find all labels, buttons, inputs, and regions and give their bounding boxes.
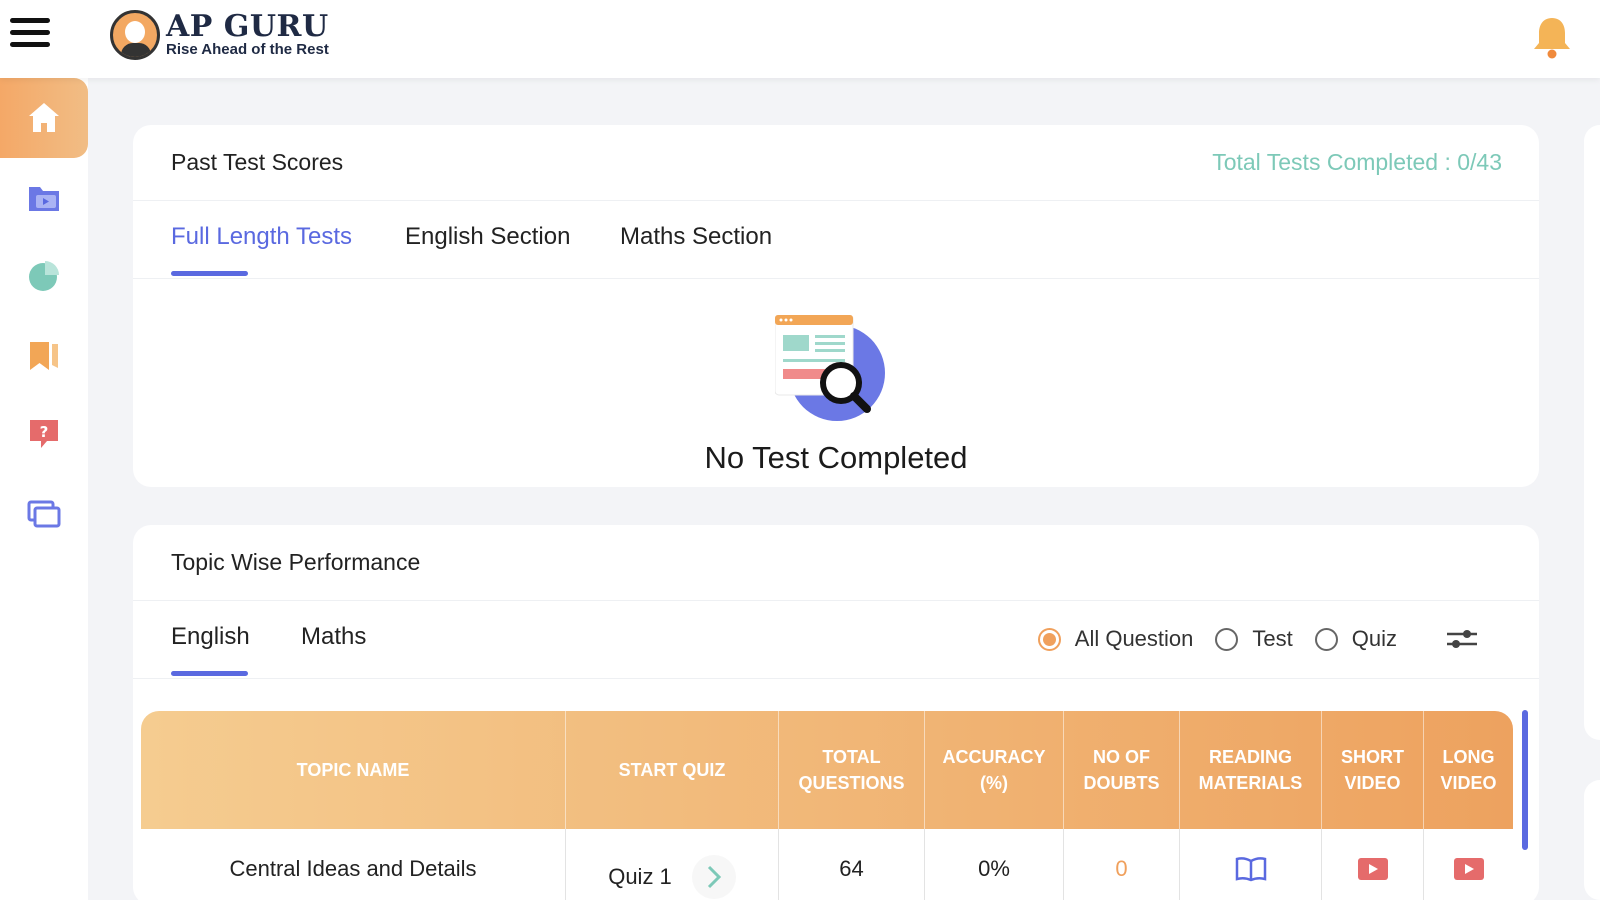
sidebar-item-doubts[interactable]: ? [0, 394, 88, 474]
video-folder-icon [29, 187, 59, 211]
sidebar-item-videos[interactable] [0, 158, 88, 238]
sidebar-item-bookmarks[interactable] [0, 316, 88, 396]
topic-subject-tabs: English Maths All Question Test Quiz [133, 601, 1539, 679]
home-icon [29, 103, 59, 132]
sidebar-item-sessions[interactable] [0, 474, 88, 554]
tab-maths-section[interactable]: Maths Section [620, 223, 772, 251]
play-video-icon[interactable] [1357, 857, 1389, 881]
svg-text:?: ? [40, 423, 49, 441]
column-header-start-quiz: START QUIZ [566, 711, 779, 829]
long-video-cell[interactable] [1424, 829, 1513, 900]
column-header-reading-materials: READING MATERIALS [1180, 711, 1322, 829]
sidebar-item-analytics[interactable] [0, 236, 88, 316]
total-questions-cell: 64 [779, 829, 925, 900]
active-tab-indicator [171, 271, 248, 276]
past-test-scores-card: Past Test Scores Total Tests Completed :… [133, 125, 1539, 487]
question-chat-icon: ? [30, 420, 58, 448]
notification-bell-icon[interactable] [1532, 16, 1572, 60]
side-panel-edge [1584, 125, 1600, 740]
accuracy-cell: 0% [925, 829, 1064, 900]
column-header-short-video: SHORT VIDEO [1322, 711, 1424, 829]
short-video-cell[interactable] [1322, 829, 1424, 900]
question-type-filters: All Question Test Quiz [1037, 625, 1479, 653]
open-book-icon[interactable] [1235, 856, 1267, 882]
table-header: TOPIC NAME START QUIZ TOTAL QUESTIONS AC… [141, 711, 1513, 829]
tab-full-length-tests[interactable]: Full Length Tests [171, 223, 352, 251]
filter-all-question[interactable]: All Question [1037, 626, 1194, 652]
filter-label: All Question [1074, 626, 1194, 651]
tab-english[interactable]: English [171, 623, 250, 651]
logo-title: AP GURU [166, 9, 329, 44]
filter-test[interactable]: Test [1215, 626, 1293, 652]
filter-sliders-icon[interactable] [1445, 625, 1479, 653]
tab-maths[interactable]: Maths [301, 623, 366, 651]
empty-search-illustration [775, 315, 885, 421]
side-panel-edge [1584, 780, 1600, 900]
sidebar-item-home[interactable] [0, 78, 88, 158]
no-test-completed-message: No Test Completed [704, 440, 968, 475]
chevron-right-icon [707, 865, 721, 888]
topic-performance-card: Topic Wise Performance English Maths All… [133, 525, 1539, 900]
top-header: AP GURU Rise Ahead of the Rest [0, 0, 1600, 78]
active-subject-indicator [171, 671, 248, 676]
column-header-total-questions: TOTAL QUESTIONS [779, 711, 925, 829]
table-scrollbar[interactable] [1522, 710, 1528, 850]
logo-mascot-icon [110, 10, 160, 60]
bookmark-icon [30, 342, 58, 370]
column-header-topic-name: TOPIC NAME [141, 711, 566, 829]
topic-table: TOPIC NAME START QUIZ TOTAL QUESTIONS AC… [141, 711, 1513, 900]
column-header-long-video: LONG VIDEO [1440, 747, 1497, 793]
column-header-doubts: NO OF DOUBTS [1064, 711, 1180, 829]
start-quiz-button[interactable] [691, 854, 736, 899]
total-tests-completed: Total Tests Completed : 0/43 [1212, 149, 1502, 175]
radio-unselected[interactable] [1215, 627, 1239, 651]
play-video-icon[interactable] [1453, 857, 1485, 881]
hamburger-menu-icon[interactable] [10, 18, 50, 50]
column-header-accuracy: ACCURACY (%) [925, 711, 1064, 829]
app-logo[interactable]: AP GURU Rise Ahead of the Rest [110, 10, 329, 60]
start-quiz-cell[interactable]: Quiz 1 [566, 829, 779, 900]
sidebar: ? [0, 78, 88, 900]
radio-unselected[interactable] [1314, 627, 1338, 651]
radio-selected[interactable] [1037, 627, 1061, 651]
filter-quiz[interactable]: Quiz [1314, 626, 1397, 652]
filter-label: Quiz [1351, 626, 1397, 651]
tab-english-section[interactable]: English Section [405, 223, 570, 251]
topic-name-cell: Central Ideas and Details [141, 829, 566, 900]
past-scores-tabs: Full Length Tests English Section Maths … [133, 201, 1539, 279]
doubts-cell[interactable]: 0 [1064, 829, 1180, 900]
pie-chart-icon [29, 261, 59, 291]
screens-icon [27, 500, 61, 528]
quiz-label: Quiz 1 [608, 863, 672, 889]
table-row: Central Ideas and Details Quiz 1 64 0% 0 [141, 829, 1513, 900]
reading-materials-cell[interactable] [1180, 829, 1322, 900]
logo-subtitle: Rise Ahead of the Rest [166, 41, 329, 58]
topic-performance-title: Topic Wise Performance [171, 549, 421, 575]
past-test-scores-title: Past Test Scores [171, 149, 344, 175]
filter-label: Test [1252, 626, 1293, 651]
